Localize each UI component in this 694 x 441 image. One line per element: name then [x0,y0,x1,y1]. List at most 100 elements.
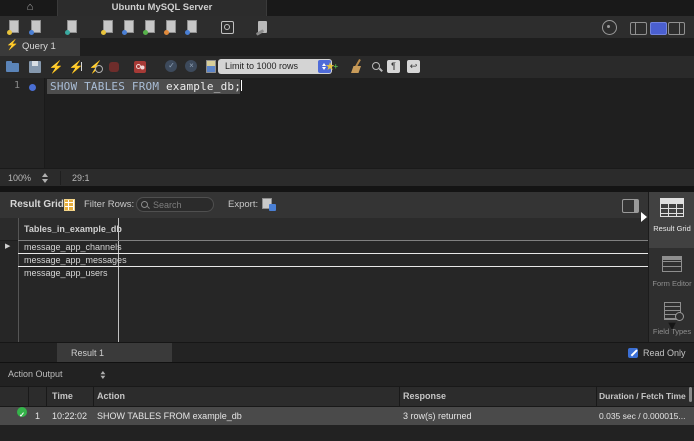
tab-query-1[interactable]: ⚡ Query 1 [0,38,80,56]
row-separator [18,266,648,267]
text-caret [241,80,242,91]
check-icon: ✓ [164,59,179,74]
editor-toolbar: ⚡ ⚡ ⚡ ✓ × Limit to 1000 rows ★ ¶ ↩ [0,56,694,79]
toggle-stop-on-error-icon[interactable] [132,59,148,75]
commit-icon[interactable]: ✓ [164,59,179,74]
editor-status-bar: 100% 29:1 [0,168,694,187]
main-toolbar [0,16,694,39]
column-time[interactable]: Time [52,387,73,406]
output-log-row[interactable]: ✓ 1 10:22:02 SHOW TABLES FROM example_db… [0,407,694,425]
sql-identifier: example_db; [166,80,241,93]
toggle-right-panel-icon[interactable] [668,22,685,35]
toggle-bottom-panel-icon[interactable] [650,22,667,35]
mysql-workbench-window: ⌂ Ubuntu MySQL Server ⚡ Query 1 ⚡ ⚡ ⚡ [0,0,694,441]
toggle-left-panel-icon[interactable] [630,22,647,35]
active-panel-arrow-icon [641,212,647,222]
status-divider [60,171,61,185]
limit-rows-value: Limit to 1000 rows [225,61,298,71]
log-response: 3 row(s) returned [403,407,472,425]
chevron-down-icon[interactable]: ▼ [649,318,694,333]
result-grid: Tables_in_example_db ▶ message_app_chann… [0,218,648,342]
log-time: 10:22:02 [52,407,87,425]
log-index: 1 [35,407,40,425]
execute-icon[interactable]: ⚡ [48,59,64,75]
grid-column-header[interactable]: Tables_in_example_db [0,218,648,241]
search-objects-icon[interactable] [219,19,235,35]
log-action: SHOW TABLES FROM example_db [97,407,242,425]
column-name: Tables_in_example_db [24,218,122,240]
create-procedure-icon[interactable] [163,19,179,35]
create-table-icon[interactable] [121,19,137,35]
gutter-separator [18,218,19,342]
beautify-icon[interactable]: ★ [322,59,338,75]
execute-current-icon[interactable]: ⚡ [68,59,84,75]
query-tab-label: Query 1 [22,38,56,56]
tab-result-1[interactable]: Result 1 [57,343,172,363]
create-function-icon[interactable] [184,19,200,35]
side-panel-form-editor[interactable]: Form Editor [649,250,694,298]
read-only-icon [628,348,638,358]
table-row[interactable]: message_app_users [19,267,648,280]
read-only-label: Read Only [643,343,686,363]
rollback-icon[interactable]: × [184,59,199,74]
new-query-icon[interactable] [6,19,22,35]
stop-icon[interactable] [106,59,122,75]
new-connection-icon[interactable] [64,19,80,35]
result-tab-bar: Result 1 Read Only [0,342,694,363]
sql-code-line: SHOW TABLES FROM example_db; [50,80,242,93]
success-check-icon: ✓ [17,407,27,417]
statement-marker-icon [29,84,36,91]
connection-tab[interactable]: Ubuntu MySQL Server [57,0,267,16]
side-panel-label: Result Grid [649,225,694,234]
create-schema-icon[interactable] [100,19,116,35]
column-separator[interactable] [118,218,119,342]
sql-editor[interactable]: 1 SHOW TABLES FROM example_db; [0,78,694,168]
wrap-text-icon[interactable]: ↩ [407,60,420,73]
editor-gutter: 1 [0,78,45,168]
filter-rows-label: Filter Rows: [84,192,134,218]
scrollbar-thumb[interactable] [689,387,692,402]
column-duration[interactable]: Duration / Fetch Time [599,387,686,406]
output-selector-stepper[interactable] [99,370,106,380]
status-icon[interactable] [602,20,617,35]
limit-rows-select[interactable]: Limit to 1000 rows [218,59,332,74]
cleanup-icon[interactable] [349,59,365,75]
side-panel-result-grid[interactable]: Result Grid [649,192,694,248]
result-grid-title: Result Grid [10,192,64,218]
bolt-icon: ⚡ [6,40,18,51]
result-grid-toolbar: Result Grid Filter Rows: Export: [0,192,694,219]
open-file-icon[interactable] [5,59,21,75]
cross-icon: × [184,59,199,74]
explain-icon[interactable]: ⚡ [88,59,104,75]
query-tab-bar: ⚡ Query 1 [0,38,694,57]
log-duration: 0.035 sec / 0.000015... [599,407,685,425]
show-invisibles-icon[interactable]: ¶ [387,60,400,73]
column-action[interactable]: Action [97,387,125,406]
toggle-autocommit-icon[interactable] [203,59,219,75]
grid-icon [64,199,75,211]
title-bar: ⌂ Ubuntu MySQL Server [0,0,694,17]
form-editor-icon [662,256,682,272]
open-script-icon[interactable] [28,19,44,35]
action-output-panel: Action Output Time Action Response Durat… [0,362,694,441]
preferences-icon[interactable] [255,19,271,35]
sql-keywords: SHOW TABLES FROM [50,80,166,93]
export-label: Export: [228,192,258,218]
result-grid-icon [660,198,684,217]
side-panel-label: Form Editor [649,280,694,289]
zoom-stepper[interactable] [40,172,49,184]
action-output-title: Action Output [8,363,63,386]
column-response[interactable]: Response [403,387,446,406]
collapse-side-panel-icon[interactable] [622,199,639,213]
row-separator [18,240,648,241]
save-icon[interactable] [27,59,43,75]
cell-value: message_app_users [24,267,108,280]
find-icon[interactable] [369,59,385,75]
selected-row-marker-icon: ▶ [5,242,10,250]
line-number: 1 [0,80,20,91]
create-view-icon[interactable] [142,19,158,35]
caret-position: 29:1 [72,169,90,187]
home-icon[interactable]: ⌂ [22,0,38,16]
export-icon[interactable] [262,198,276,211]
search-icon [141,201,150,210]
